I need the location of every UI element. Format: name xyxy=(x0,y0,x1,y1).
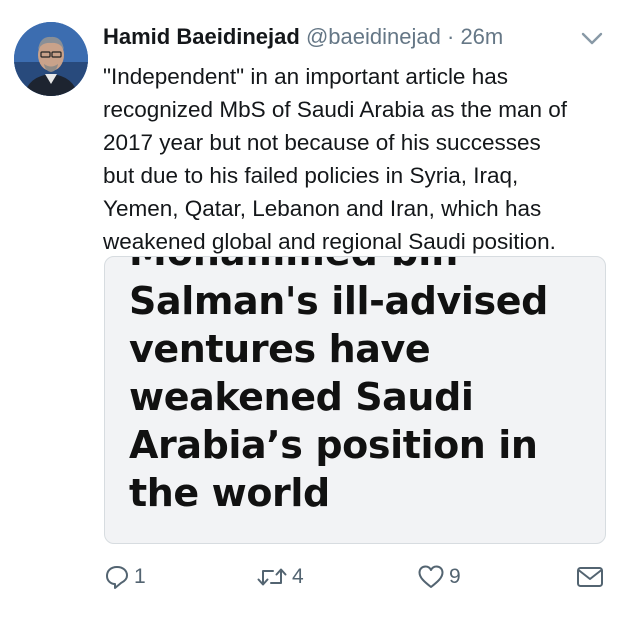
card-headline-cut: Mohammed bin xyxy=(129,257,458,271)
timestamp[interactable]: 26m xyxy=(460,24,503,49)
tweet[interactable]: Hamid Baeidinejad @baeidinejad · 26m "In… xyxy=(0,0,620,619)
avatar[interactable] xyxy=(14,22,88,96)
reply-icon xyxy=(106,566,128,589)
author-handle[interactable]: @baeidinejad xyxy=(306,24,441,49)
envelope-icon xyxy=(577,567,603,587)
heart-icon xyxy=(418,565,444,588)
chevron-down-icon xyxy=(581,32,603,45)
action-bar: 1 4 9 xyxy=(0,560,620,594)
retweet-button[interactable]: 4 xyxy=(256,560,304,594)
tweet-text: "Independent" in an important article ha… xyxy=(103,64,568,254)
reply-button[interactable]: 1 xyxy=(104,560,146,594)
direct-message-button[interactable] xyxy=(575,560,605,594)
tweet-menu-button[interactable] xyxy=(578,24,606,52)
separator-dot: · xyxy=(446,24,455,49)
avatar-photo-icon xyxy=(14,22,88,96)
like-count: 9 xyxy=(449,565,461,588)
card-headline: Salman's ill-advised ventures have weake… xyxy=(129,279,548,515)
tweet-header: Hamid Baeidinejad @baeidinejad · 26m xyxy=(103,22,606,52)
like-button[interactable]: 9 xyxy=(417,560,461,594)
link-card[interactable]: Mohammed bin Salman's ill-advised ventur… xyxy=(104,256,606,544)
reply-count: 1 xyxy=(134,565,146,588)
retweet-count: 4 xyxy=(292,565,304,588)
retweet-icon xyxy=(257,568,287,586)
author-name[interactable]: Hamid Baeidinejad xyxy=(103,24,300,49)
